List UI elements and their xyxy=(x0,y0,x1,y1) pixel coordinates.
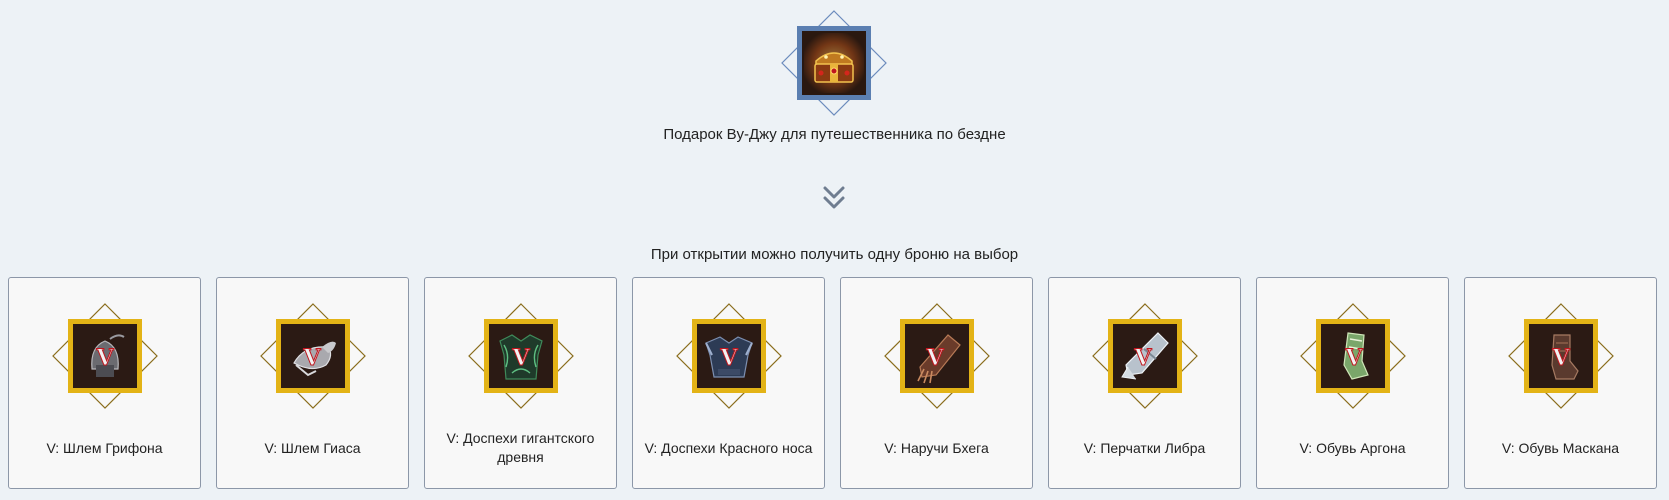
armor-card-giant-ancient-armor[interactable]: V V: Доспехи гигантского древня xyxy=(424,277,617,489)
svg-text:V: V xyxy=(511,345,530,371)
boots-icon: V xyxy=(1551,334,1579,380)
item-name: V: Перчатки Либра xyxy=(1083,439,1206,456)
bracers-icon: V xyxy=(917,334,961,384)
svg-text:V: V xyxy=(925,345,944,371)
item-name: V: Шлем Гиаса xyxy=(264,439,361,456)
item-frame: V xyxy=(484,319,558,393)
svg-text:V: V xyxy=(302,345,321,371)
boots-icon: V xyxy=(1343,332,1369,380)
item-icon-slot: V xyxy=(468,303,574,409)
item-icon-slot: V xyxy=(260,303,366,409)
treasure-chest-icon xyxy=(804,33,864,93)
item-name: V: Шлем Грифона xyxy=(46,439,163,456)
svg-text:V: V xyxy=(95,345,114,371)
reward-icon-frame xyxy=(797,26,871,100)
armor-card-libra-gloves[interactable]: V V: Перчатки Либра xyxy=(1048,277,1241,489)
choice-subtitle: При открытии можно получить одну броню н… xyxy=(650,246,1019,263)
helmet-icon: V xyxy=(91,334,125,377)
armor-card-gias-helmet[interactable]: V V: Шлем Гиаса xyxy=(216,277,409,489)
svg-text:V: V xyxy=(1551,345,1570,371)
armor-card-griffon-helmet[interactable]: V V: Шлем Грифона xyxy=(8,277,201,489)
armor-card-red-nose-armor[interactable]: V V: Доспехи Красного носа xyxy=(632,277,825,489)
item-name: V: Наручи Бхега xyxy=(884,439,989,456)
item-frame: V xyxy=(900,319,974,393)
double-chevron-down-icon xyxy=(823,186,845,209)
item-name: V: Доспехи гигантского древня xyxy=(446,430,595,465)
gloves-icon: V xyxy=(1121,332,1169,380)
svg-text:V: V xyxy=(719,345,738,371)
item-name: V: Обувь Аргона xyxy=(1299,439,1406,456)
armor-icon: V xyxy=(499,334,543,380)
reward-item[interactable] xyxy=(781,10,887,116)
item-name: V: Доспехи Красного носа xyxy=(644,439,813,456)
helmet-icon: V xyxy=(293,341,336,377)
svg-text:V: V xyxy=(1344,345,1363,371)
item-icon-slot: V xyxy=(676,303,782,409)
armor-card-bheg-bracers[interactable]: V V: Наручи Бхега xyxy=(840,277,1033,489)
armor-icon: V xyxy=(705,336,753,378)
armor-card-argon-boots[interactable]: V V: Обувь Аргона xyxy=(1256,277,1449,489)
item-icon-slot: V xyxy=(1508,303,1614,409)
item-icon-slot: V xyxy=(1092,303,1198,409)
reward-title: Подарок Ву-Джу для путешественника по бе… xyxy=(663,126,1006,143)
armor-choice-list: V V: Шлем Грифона V V: Шлем Гиаса V V: Д… xyxy=(8,277,1661,491)
svg-text:V: V xyxy=(1133,345,1152,371)
item-frame: V xyxy=(692,319,766,393)
item-frame: V xyxy=(68,319,142,393)
item-frame: V xyxy=(276,319,350,393)
item-frame: V xyxy=(1316,319,1390,393)
item-icon-slot: V xyxy=(1300,303,1406,409)
item-frame: V xyxy=(1108,319,1182,393)
item-frame: V xyxy=(1524,319,1598,393)
item-icon-slot: V xyxy=(884,303,990,409)
item-icon-slot: V xyxy=(52,303,158,409)
armor-card-maskan-boots[interactable]: V V: Обувь Маскана xyxy=(1464,277,1657,489)
item-name: V: Обувь Маскана xyxy=(1501,439,1620,456)
